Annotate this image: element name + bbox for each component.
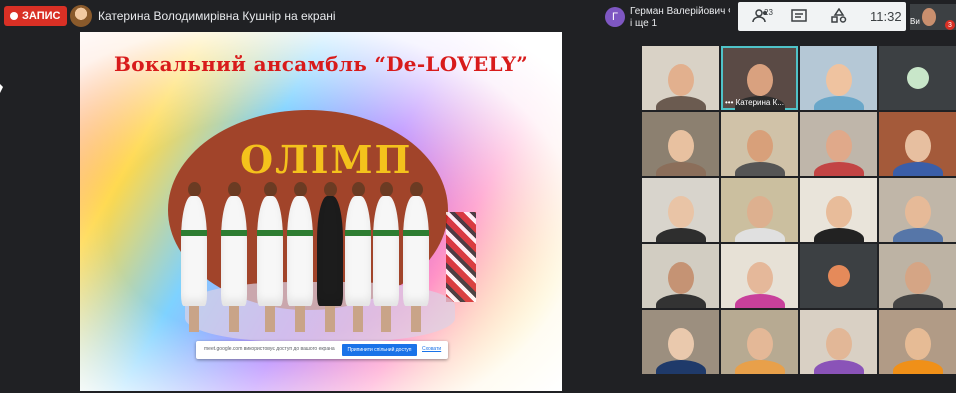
chat-icon[interactable] <box>790 8 808 24</box>
participant-tile[interactable] <box>800 244 877 308</box>
participant-tile[interactable] <box>879 244 956 308</box>
participant-tile[interactable]: ••• Катерина К... <box>721 46 798 110</box>
pinned-participants[interactable]: Г Герман Валерійович Ф... і ще 1 <box>605 4 733 30</box>
participant-video-face <box>904 130 931 162</box>
participant-video-body <box>813 162 864 176</box>
participant-video-body <box>892 228 943 242</box>
participant-video-face <box>746 262 773 294</box>
singer-figure <box>220 182 248 332</box>
participant-video-face <box>667 64 694 96</box>
presenter-avatar <box>70 5 92 27</box>
participant-avatar <box>827 265 850 287</box>
participant-video-body <box>813 360 864 374</box>
participant-video-body <box>655 294 706 308</box>
participant-video-face <box>825 64 852 96</box>
participant-video-face <box>746 130 773 162</box>
participant-video-body <box>734 360 785 374</box>
participant-video-face <box>746 196 773 228</box>
screen-share-notice: meet.google.com використовує доступ до в… <box>196 341 448 359</box>
participant-video-face <box>825 130 852 162</box>
participant-tile[interactable] <box>721 310 798 374</box>
participant-video-face <box>904 262 931 294</box>
participant-video-body <box>813 228 864 242</box>
participant-tile[interactable] <box>879 112 956 176</box>
participant-tile[interactable] <box>800 178 877 242</box>
slide-title: Вокальний ансамбль “De-LOVELY” <box>113 52 528 76</box>
participant-video-face <box>904 328 931 360</box>
participant-video-body <box>734 228 785 242</box>
participant-video-body <box>813 96 864 110</box>
share-notice-text: meet.google.com використовує доступ до в… <box>204 346 335 352</box>
participant-tile[interactable] <box>642 178 719 242</box>
recording-indicator[interactable]: ЗАПИС <box>4 6 68 26</box>
shared-screen: Вокальний ансамбль “De-LOVELY” ОЛІМП mee… <box>80 32 562 391</box>
singer-figure <box>344 182 372 332</box>
participant-tile[interactable] <box>642 310 719 374</box>
self-label: Ви <box>910 17 920 26</box>
singer-figure <box>256 182 284 332</box>
participant-tile[interactable] <box>721 178 798 242</box>
singer-figure <box>372 182 400 332</box>
stop-sharing-button[interactable]: Припинити спільний доступ <box>342 344 417 356</box>
participant-tile[interactable] <box>642 244 719 308</box>
mouse-cursor-icon <box>0 84 3 93</box>
participant-tile[interactable] <box>800 112 877 176</box>
self-video <box>922 8 936 26</box>
participant-video-face <box>904 196 931 228</box>
participant-video-body <box>655 162 706 176</box>
presenter-status: Катерина Володимирівна Кушнір на екрані <box>98 9 336 23</box>
participant-video-body <box>734 162 785 176</box>
participant-video-body <box>655 228 706 242</box>
participant-video-face <box>667 196 694 228</box>
participant-video-body <box>655 360 706 374</box>
participant-video-face <box>667 328 694 360</box>
hide-notice-link[interactable]: Сховати <box>422 346 441 352</box>
recording-label: ЗАПИС <box>22 10 61 22</box>
participant-tile[interactable] <box>879 178 956 242</box>
participant-tile[interactable] <box>879 310 956 374</box>
singer-figure <box>316 182 344 332</box>
participant-video-body <box>655 96 706 110</box>
participant-video-face <box>667 130 694 162</box>
singer-figure <box>180 182 208 332</box>
notification-badge: 3 <box>945 20 955 30</box>
participant-video-face <box>746 328 773 360</box>
meeting-top-bar: ЗАПИС Катерина Володимирівна Кушнір на е… <box>0 0 956 32</box>
pinned-avatar: Г <box>605 7 625 27</box>
participant-avatar <box>906 67 929 89</box>
participant-video-face <box>825 328 852 360</box>
participant-tile[interactable] <box>879 46 956 110</box>
self-view-tile[interactable]: Ви 3 <box>910 4 956 30</box>
meeting-controls: 23 11:32 <box>738 2 906 31</box>
participant-name: ••• Катерина К... <box>725 98 784 107</box>
participant-tile[interactable] <box>800 46 877 110</box>
participant-video-face <box>667 262 694 294</box>
pinned-name: Герман Валерійович Ф... <box>630 6 730 17</box>
participant-tile[interactable] <box>642 112 719 176</box>
decorative-banner <box>446 212 476 302</box>
participant-video-face <box>825 196 852 228</box>
people-count-badge: 23 <box>764 8 773 17</box>
pinned-more: і ще 1 <box>630 18 658 29</box>
participant-tile[interactable] <box>721 112 798 176</box>
singer-figure <box>286 182 314 332</box>
activities-icon[interactable] <box>830 8 848 24</box>
participant-tile[interactable] <box>800 310 877 374</box>
participant-video-body <box>734 294 785 308</box>
singer-figure <box>402 182 430 332</box>
participant-video-face <box>746 64 773 96</box>
stage-sign: ОЛІМП <box>240 137 413 182</box>
meeting-clock: 11:32 <box>870 9 902 24</box>
participant-tile[interactable] <box>642 46 719 110</box>
participant-video-body <box>892 294 943 308</box>
participant-tile[interactable] <box>721 244 798 308</box>
record-dot-icon <box>10 12 18 20</box>
participant-video-body <box>892 360 943 374</box>
participant-video-body <box>892 162 943 176</box>
